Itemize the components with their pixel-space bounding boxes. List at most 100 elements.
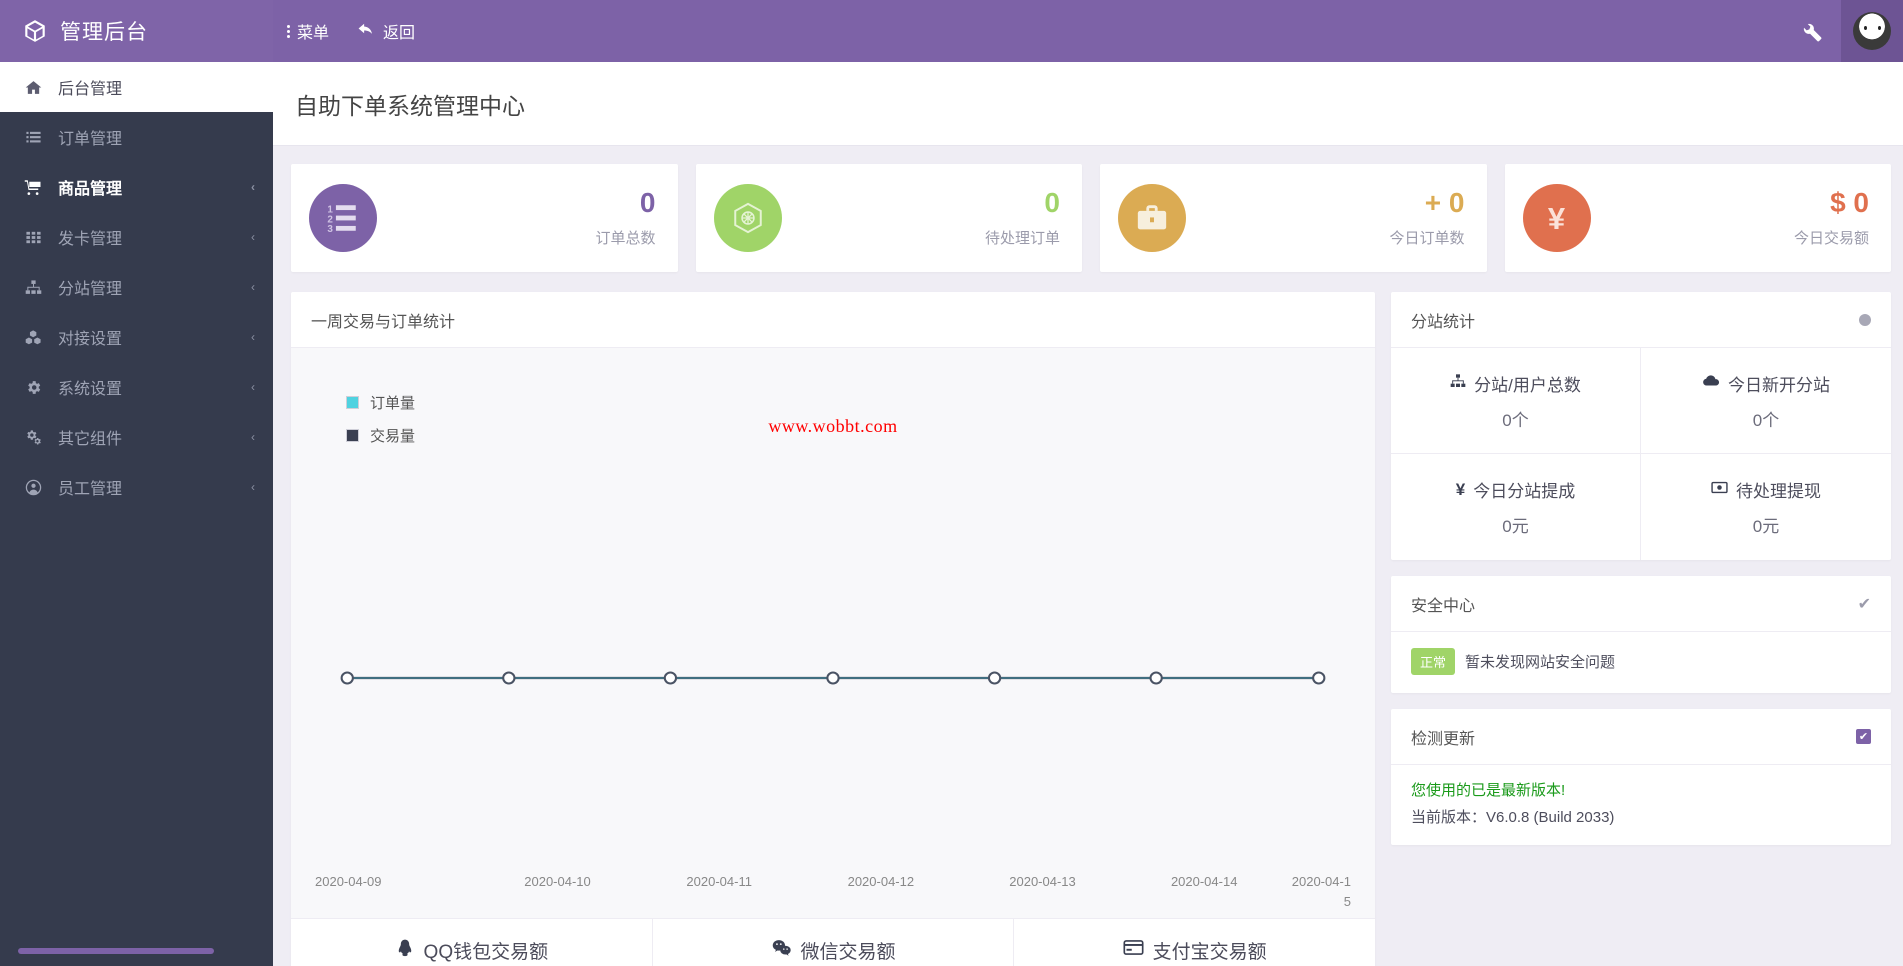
grid-icon [22, 229, 44, 246]
tab-label: 支付宝交易额 [1152, 942, 1267, 963]
stat-card-text: 0 订单总数 [377, 187, 656, 248]
chevron-left-icon: ‹ [251, 480, 255, 494]
x-tick: 2020-04-13 [1009, 874, 1076, 889]
stat-card-value: $ 0 [1830, 187, 1869, 219]
sidebar-item-label: 员工管理 [58, 481, 123, 498]
sidebar-item-product-management[interactable]: 商品管理 ‹ [0, 162, 273, 212]
page-header: 自助下单系统管理中心 [273, 62, 1903, 146]
sidebar-item-label: 发卡管理 [58, 231, 123, 248]
briefcase-icon [1118, 184, 1186, 252]
substation-cell-value: 0元 [1752, 517, 1780, 536]
substation-cell-title: 今日新开分站 [1702, 371, 1830, 396]
chevron-left-icon: ‹ [251, 430, 255, 444]
home-icon [22, 79, 44, 96]
sidebar-scrollbar[interactable] [18, 948, 214, 954]
penguin-avatar-icon [1853, 12, 1891, 50]
substation-cell-new-today: 今日新开分站 0个 [1641, 348, 1891, 454]
x-tick: 2020-04-11 [686, 874, 752, 889]
substation-cell-value: 0个 [1502, 410, 1529, 430]
chart-area: 订单量 交易量 www.wobbt.com 2020-04-09 2020-04… [291, 348, 1375, 918]
cube-icon [22, 18, 48, 44]
stat-card-pending-orders[interactable]: 0 待处理订单 [695, 164, 1082, 272]
hexagon-icon [713, 184, 782, 252]
back-button[interactable]: 返回 [353, 15, 419, 47]
security-panel-header: 安全中心 ✔ [1391, 576, 1891, 632]
sidebar-item-order-management[interactable]: 订单管理 [0, 112, 273, 162]
yuan-sign-icon: ¥ [1455, 479, 1466, 499]
substation-cell-title: 待处理提现 [1711, 477, 1821, 502]
sidebar-item-backend-management[interactable]: 后台管理 [0, 62, 273, 112]
sidebar-item-label: 对接设置 [58, 331, 123, 348]
sidebar-item-label: 其它组件 [58, 431, 123, 448]
substation-cell-total: 分站/用户总数 0个 [1391, 348, 1641, 454]
update-panel: 检测更新 ✔ 您使用的已是最新版本! 当前版本：V6.0.8 (Build 20… [1391, 709, 1891, 845]
content: 自助下单系统管理中心 1 2 3 0 订单总数 0 待处理订单 + 0 今日订单… [273, 62, 1903, 966]
tab-qq-wallet[interactable]: QQ钱包交易额 [291, 919, 653, 966]
wrench-icon[interactable] [1784, 21, 1841, 42]
stat-card-today-orders[interactable]: + 0 今日订单数 [1100, 164, 1487, 272]
back-arrow-icon [357, 19, 376, 43]
update-panel-title: 检测更新 [1411, 730, 1476, 748]
checkbox-icon[interactable]: ✔ [1856, 729, 1871, 744]
sidebar-item-system-settings[interactable]: 系统设置 ‹ [0, 362, 273, 412]
substation-stat-grid: 分站/用户总数 0个 今日新开分站 0个 ¥ 今日分站提成 0元 待处理提现 0… [1391, 348, 1891, 560]
x-tick: 2020-04-14 [1170, 874, 1238, 889]
x-tick: 2020-04-12 [847, 874, 915, 889]
svg-text:3: 3 [327, 224, 333, 235]
security-panel-title: 安全中心 [1411, 597, 1476, 615]
app-root: 管理后台 菜单 返回 后台管理 订单管理 商品管理 ‹ 发卡管理 ‹ 分站管理 … [0, 0, 1903, 966]
tab-label: 微信交易额 [800, 942, 896, 963]
menu-button[interactable]: 菜单 [283, 15, 333, 47]
x-tick: 2020-04-10 [524, 874, 591, 889]
list-icon [22, 129, 44, 146]
avatar[interactable] [1841, 0, 1903, 62]
right-column: 分站统计 分站/用户总数 0个 今日新开分站 0个 ¥ 今日分站提成 0元 待处… [1391, 292, 1891, 861]
wechat-icon [771, 937, 792, 964]
sitemap-icon [22, 279, 44, 296]
qq-penguin-icon [395, 938, 415, 964]
chevron-left-icon: ‹ [251, 230, 255, 244]
update-status: 您使用的已是最新版本! [1411, 782, 1566, 799]
substation-cell-label: 今日新开分站 [1728, 375, 1830, 395]
stat-card-value: 0 [639, 187, 656, 219]
chevron-left-icon: ‹ [251, 380, 255, 394]
tab-wechat[interactable]: 微信交易额 [653, 919, 1015, 966]
top-right-tools [1784, 0, 1903, 62]
chart-panel: 一周交易与订单统计 订单量 交易量 www.wobbt.com 2020-04-… [291, 292, 1375, 966]
substation-panel: 分站统计 分站/用户总数 0个 今日新开分站 0个 ¥ 今日分站提成 0元 待处… [1391, 292, 1891, 560]
stat-cards: 1 2 3 0 订单总数 0 待处理订单 + 0 今日订单数 ¥ $ 0 今日交… [291, 164, 1891, 272]
sidebar-item-card-management[interactable]: 发卡管理 ‹ [0, 212, 273, 262]
money-icon [1711, 479, 1728, 501]
dot-icon[interactable] [1859, 313, 1871, 326]
chart-panel-title: 一周交易与订单统计 [311, 313, 456, 331]
substation-cell-title: ¥ 今日分站提成 [1456, 477, 1575, 502]
sidebar-item-integration-settings[interactable]: 对接设置 ‹ [0, 312, 273, 362]
tab-alipay[interactable]: 支付宝交易额 [1014, 919, 1375, 966]
chart-x-axis: 2020-04-09 2020-04-10 2020-04-11 2020-04… [291, 864, 1375, 918]
dots-vertical-icon [287, 24, 290, 38]
substation-cell-value: 0个 [1752, 410, 1780, 430]
gear-icon [22, 379, 44, 396]
yuan-icon: ¥ [1522, 184, 1591, 252]
stat-card-text: + 0 今日订单数 [1186, 187, 1465, 248]
sidebar-item-other-components[interactable]: 其它组件 ‹ [0, 412, 273, 462]
sidebar-item-label: 订单管理 [58, 131, 123, 148]
substation-cell-label: 待处理提现 [1736, 482, 1821, 501]
stat-card-text: 0 待处理订单 [782, 187, 1060, 248]
sidebar: 后台管理 订单管理 商品管理 ‹ 发卡管理 ‹ 分站管理 ‹ 对接设置 ‹ 系统… [0, 62, 273, 966]
brand[interactable]: 管理后台 [0, 0, 273, 62]
check-icon[interactable]: ✔ [1858, 594, 1871, 614]
stat-card-value: + 0 [1424, 187, 1465, 219]
status-badge: 正常 [1411, 648, 1456, 675]
sidebar-item-staff-management[interactable]: 员工管理 ‹ [0, 462, 273, 512]
stat-card-total-orders[interactable]: 1 2 3 0 订单总数 [291, 164, 678, 272]
top-nav: 菜单 返回 [273, 0, 1784, 62]
scroll-area: 1 2 3 0 订单总数 0 待处理订单 + 0 今日订单数 ¥ $ 0 今日交… [273, 146, 1903, 966]
user-circle-icon [22, 479, 44, 496]
chevron-left-icon: ‹ [251, 330, 255, 344]
stat-card-label: 待处理订单 [984, 229, 1060, 247]
sidebar-item-substation-management[interactable]: 分站管理 ‹ [0, 262, 273, 312]
stat-card-today-amount[interactable]: ¥ $ 0 今日交易额 [1504, 164, 1891, 272]
main-grid: 一周交易与订单统计 订单量 交易量 www.wobbt.com 2020-04-… [291, 292, 1891, 966]
x-tick: 2020-04-09 [315, 874, 382, 889]
